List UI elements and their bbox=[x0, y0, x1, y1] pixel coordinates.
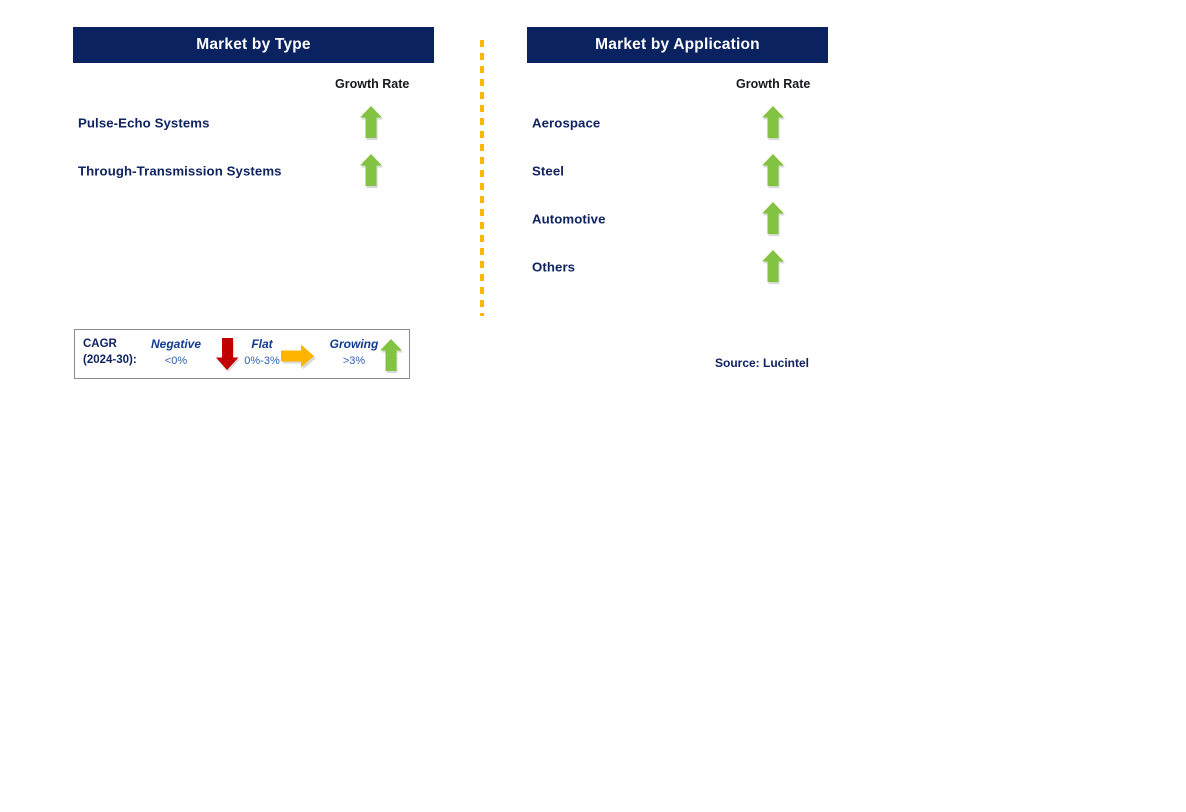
list-item: Others bbox=[527, 245, 828, 289]
panel-divider bbox=[480, 40, 484, 316]
arrow-up-icon bbox=[358, 152, 384, 190]
row-label-steel: Steel bbox=[532, 163, 565, 179]
row-label-aerospace: Aerospace bbox=[532, 115, 601, 131]
panel-header-market-by-application: Market by Application bbox=[527, 27, 828, 63]
row-label-through-transmission-systems: Through-Transmission Systems bbox=[78, 163, 282, 179]
arrow-up-icon bbox=[760, 152, 786, 190]
legend-range-negative: <0% bbox=[164, 355, 188, 367]
arrow-up-icon bbox=[378, 337, 404, 375]
growth-rate-label-type: Growth Rate bbox=[335, 77, 410, 91]
row-label-others: Others bbox=[532, 259, 576, 275]
legend-label-negative: Negative bbox=[150, 337, 202, 351]
panel-market-by-application: Market by Application Growth Rate Aerosp… bbox=[527, 27, 828, 284]
list-item: Pulse-Echo Systems bbox=[73, 101, 434, 145]
arrow-right-icon bbox=[279, 344, 319, 370]
arrow-up-icon bbox=[760, 104, 786, 142]
arrow-up-icon bbox=[760, 200, 786, 238]
legend-title: CAGR (2024-30): bbox=[83, 336, 137, 368]
legend-title-line2: (2024-30): bbox=[83, 354, 137, 366]
growth-rate-label-application: Growth Rate bbox=[736, 77, 811, 91]
legend-title-line1: CAGR bbox=[83, 338, 117, 350]
row-label-automotive: Automotive bbox=[532, 211, 606, 227]
legend-cagr-box: CAGR (2024-30): Negative <0% Flat 0%-3% … bbox=[74, 329, 410, 379]
arrow-up-icon bbox=[760, 248, 786, 286]
list-item: Aerospace bbox=[527, 101, 828, 145]
list-item: Steel bbox=[527, 149, 828, 193]
list-item: Through-Transmission Systems bbox=[73, 149, 434, 193]
legend-item-negative: Negative <0% bbox=[143, 337, 209, 367]
panel-header-market-by-type: Market by Type bbox=[73, 27, 434, 63]
source-note: Source: Lucintel bbox=[715, 356, 810, 370]
list-item: Automotive bbox=[527, 197, 828, 241]
row-label-pulse-echo-systems: Pulse-Echo Systems bbox=[78, 115, 210, 131]
arrow-up-icon bbox=[358, 104, 384, 142]
panel-market-by-type: Market by Type Growth Rate Pulse-Echo Sy… bbox=[73, 27, 434, 188]
